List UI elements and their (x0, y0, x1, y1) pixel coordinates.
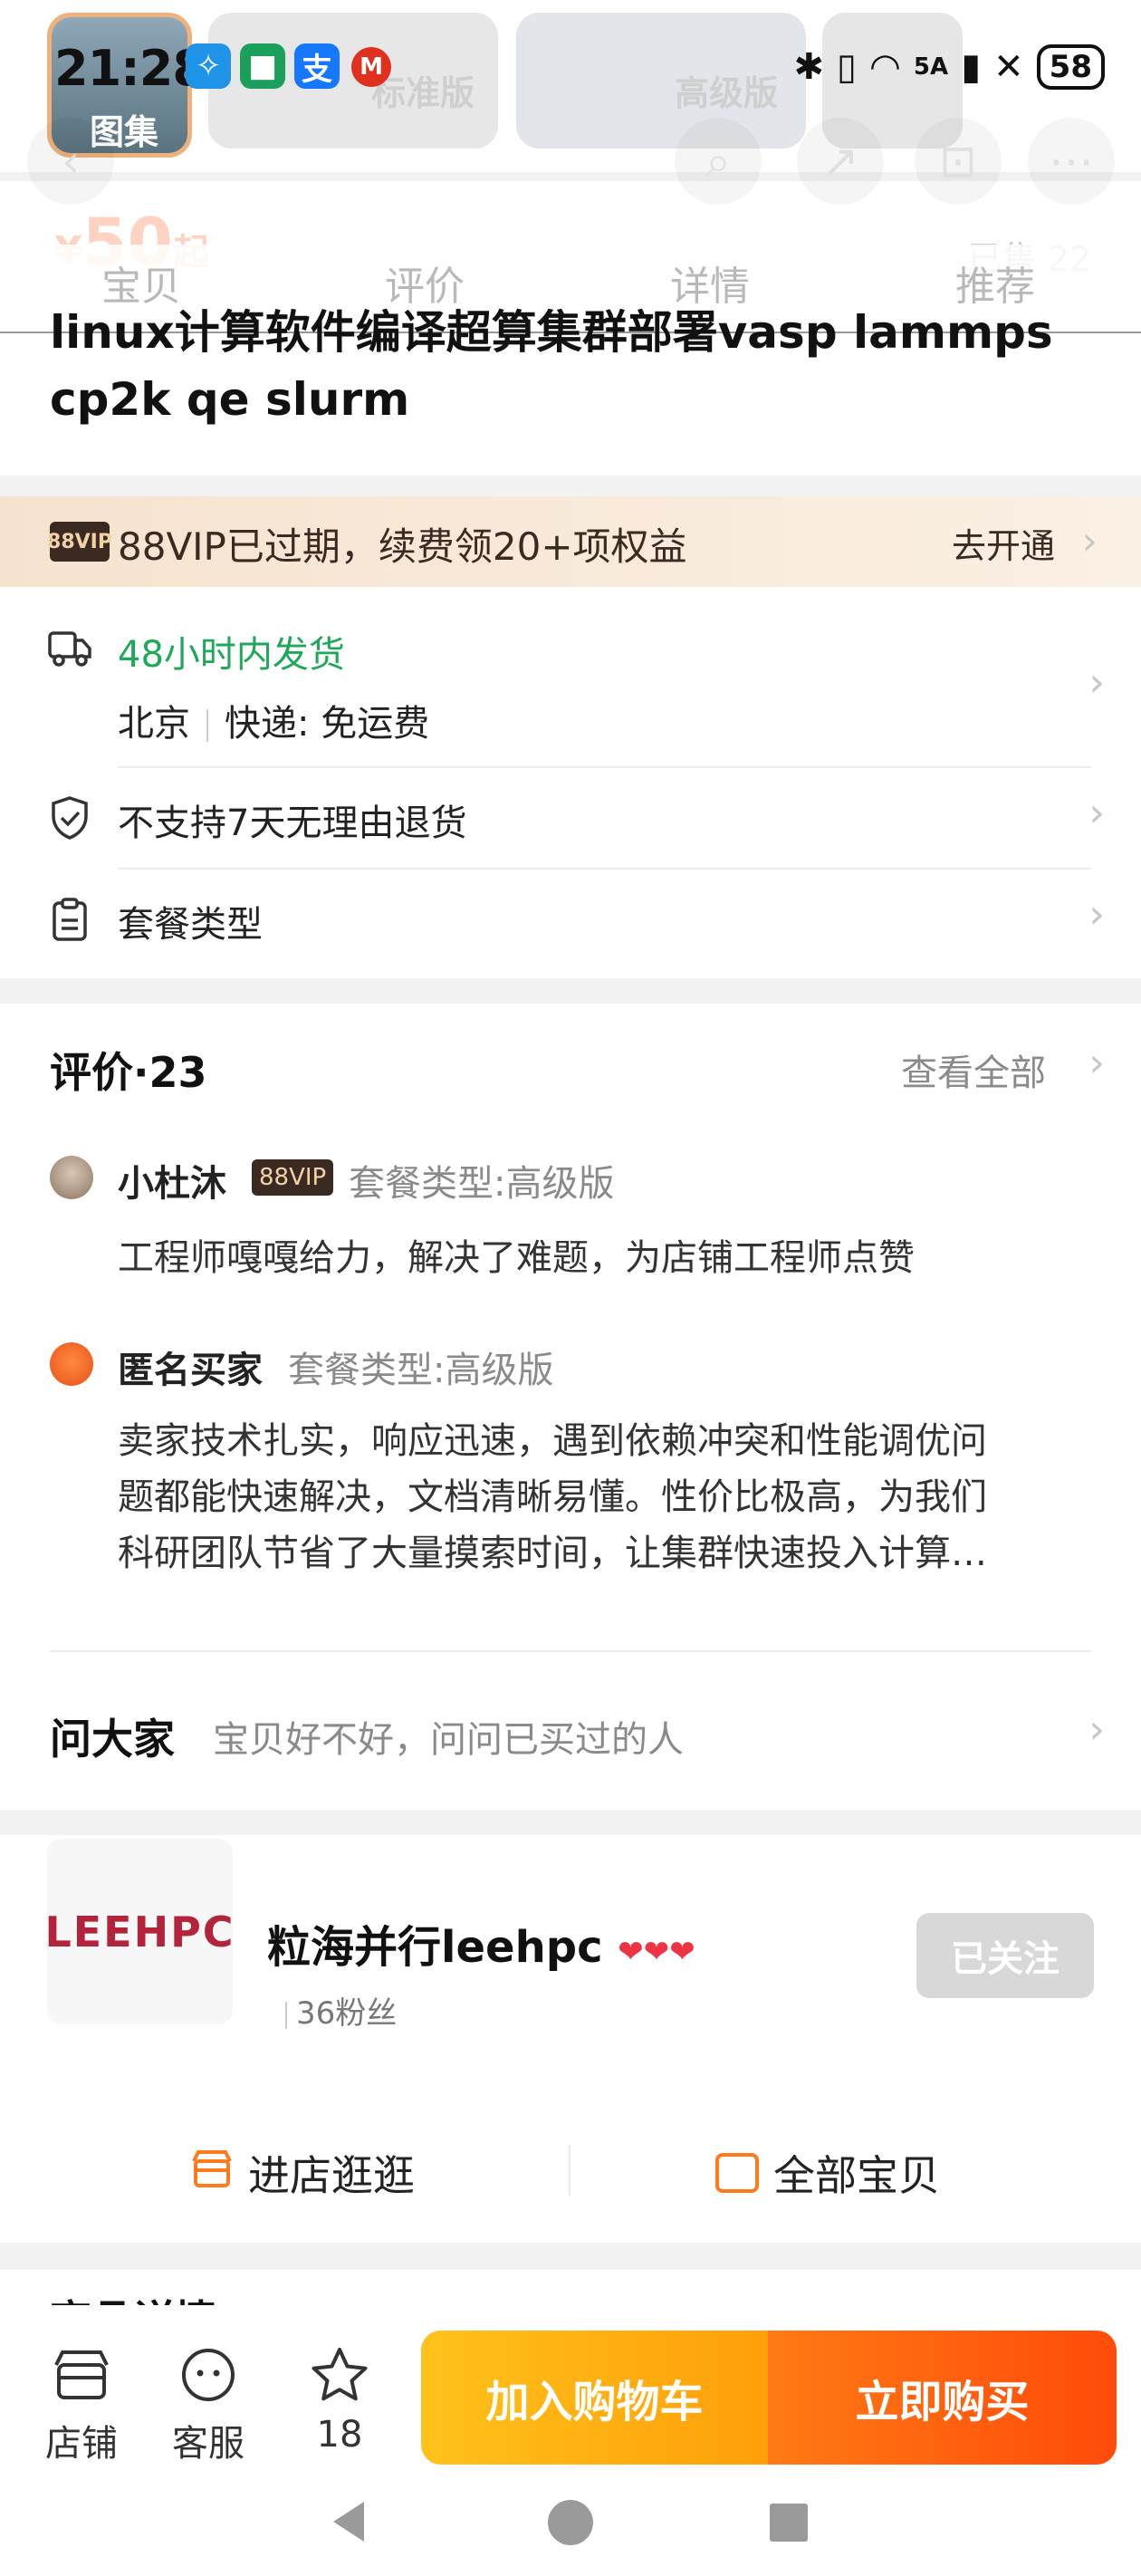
cart-icon[interactable]: ⊡ (915, 118, 1002, 205)
return-policy: 不支持7天无理由退货 (118, 803, 467, 844)
reviews-title: 评价·23 (50, 1048, 207, 1097)
enter-shop-label: 进店逛逛 (248, 2151, 415, 2200)
shop-name-text: 粒海并行leehpc (267, 1922, 603, 1973)
separator (285, 2001, 287, 2029)
favorite-count: 18 (316, 2414, 363, 2456)
reviewer-name: 小杜沐 (118, 1163, 226, 1205)
vip-action[interactable]: 去开通 (952, 518, 1055, 568)
system-icons: ✱ ▯ ◠ 5A ▮ ✕ 58 (793, 40, 1105, 94)
service-label: 客服 (172, 2423, 244, 2465)
review-line: 题都能快速解决，文档清晰易懂。性价比极高，为我们 (118, 1476, 987, 1518)
green-app-icon: ■ (240, 43, 285, 89)
divider (569, 2145, 570, 2196)
share-icon[interactable]: ↗ (797, 118, 884, 205)
search-icon[interactable]: ⌕ (675, 118, 762, 205)
divider (50, 1650, 1091, 1652)
divider (118, 868, 1091, 870)
recents-nav-icon[interactable] (768, 2502, 810, 2547)
shop-fans: 36粉丝 (285, 1988, 397, 2033)
product-page: 图集 标准版 高级版 21:28 ✧ ■ 支 M ✱ ▯ ◠ 5A ▮ ✕ 58… (0, 0, 1141, 2576)
divider (118, 766, 1091, 768)
home-nav-icon[interactable] (546, 2498, 595, 2551)
alipay-icon: 支 (294, 43, 340, 89)
follow-button[interactable]: 已关注 (916, 1913, 1094, 1998)
package-type[interactable]: 套餐类型 (118, 895, 263, 947)
shield-icon (45, 793, 94, 842)
vip-badge: 88VIP (252, 1159, 334, 1196)
vip-badge: 88VIP (47, 522, 112, 562)
store-icon (48, 2341, 115, 2408)
battery-icon: 58 (1036, 44, 1105, 90)
reviews-card: 评价·23 查看全部 › 小杜沐 88VIP 套餐类型:高级版 工程师嘎嘎给力，… (0, 1004, 1141, 1810)
all-items-label: 全部宝贝 (773, 2151, 940, 2200)
view-all-reviews[interactable]: 查看全部 (901, 1043, 1046, 1096)
service-card: 48小时内发货 北京 快递: 免运费 › 不支持7天无理由退货 › 套餐类型 › (0, 587, 1141, 978)
chat-face-icon (175, 2341, 242, 2408)
signal-icon: ▮ (961, 46, 982, 88)
heart-icon: ❤❤❤ (618, 1934, 695, 1970)
review-line: 科研团队节省了大量摸索时间，让集群快速投入计算… (118, 1533, 987, 1574)
avatar (50, 1342, 93, 1386)
chevron-right-icon: › (1088, 1040, 1105, 1086)
metro-app-icon: M (351, 47, 391, 87)
chevron-right-icon[interactable]: › (1088, 891, 1105, 937)
separator (206, 709, 208, 742)
clipboard-icon (45, 895, 94, 944)
ask-prompt[interactable]: 宝贝好不好，问问已买过的人 (213, 1710, 684, 1763)
chevron-right-icon[interactable]: › (1088, 1706, 1105, 1753)
product-title: linux计算软件编译超算集群部署vasp lammps cp2k qe slu… (50, 306, 1053, 426)
shipping-origin: 北京 (118, 703, 190, 745)
vibrate-icon: ▯ (837, 46, 858, 88)
review-line: 卖家技术扎实，响应迅速，遇到依赖冲突和性能调优问 (118, 1420, 987, 1462)
signal-off-icon: ✕ (993, 46, 1024, 88)
tplink-app-icon: ✧ (186, 43, 231, 89)
store-icon (190, 2148, 234, 2198)
all-items-button[interactable]: 全部宝贝 (715, 2143, 940, 2203)
reviewer-name: 匿名买家 (118, 1350, 263, 1391)
chevron-right-icon: › (1081, 518, 1098, 564)
floating-nav: ‹ ⌕ ↗ ⊡ ⋯ (0, 100, 1141, 205)
bluetooth-icon: ✱ (793, 46, 824, 88)
ask-title: 问大家 (50, 1715, 175, 1764)
fans-count: 36粉丝 (296, 1995, 398, 2032)
store-tab[interactable]: 店铺 (36, 2341, 127, 2466)
star-icon (306, 2341, 373, 2408)
chevron-right-icon[interactable]: › (1088, 790, 1105, 836)
shopping-bag-icon (715, 2153, 759, 2193)
wifi-icon: ◠ (869, 46, 901, 88)
customer-service-tab[interactable]: 客服 (163, 2341, 254, 2466)
review-text: 卖家技术扎实，响应迅速，遇到依赖冲突和性能调优问 题都能快速解决，文档清晰易懂。… (118, 1413, 1078, 1581)
more-icon[interactable]: ⋯ (1028, 118, 1115, 205)
avatar (50, 1156, 93, 1199)
clock: 21:28 (54, 40, 206, 97)
add-to-cart-button[interactable]: 加入购物车 (421, 2331, 768, 2465)
network-type: 5A (913, 53, 949, 81)
shop-name[interactable]: 粒海并行leehpc ❤❤❤ (267, 1911, 695, 1975)
vip-banner[interactable]: 88VIP 88VIP已过期，续费领20+项权益 去开通 › (0, 496, 1141, 587)
review-package: 套餐类型:高级版 (288, 1350, 554, 1391)
shipping-headline: 48小时内发货 (118, 634, 345, 676)
enter-shop-button[interactable]: 进店逛逛 (190, 2143, 415, 2203)
shipping-info: 北京 快递: 免运费 (118, 694, 429, 746)
shop-logo-text: LEEHPC (44, 1907, 235, 1956)
review-package: 套餐类型:高级版 (349, 1163, 615, 1205)
shop-logo[interactable]: LEEHPC (44, 1839, 235, 2024)
store-label: 店铺 (45, 2423, 118, 2465)
shipping-express: 快递: 免运费 (225, 703, 430, 745)
favorite-tab[interactable]: 18 (294, 2341, 385, 2456)
back-icon[interactable]: ‹ (27, 118, 114, 205)
battery-level: 58 (1049, 49, 1092, 85)
buy-now-button[interactable]: 立即购买 (768, 2331, 1117, 2465)
chevron-right-icon[interactable]: › (1088, 659, 1105, 706)
truck-icon (45, 623, 94, 672)
review-text: 工程师嘎嘎给力，解决了难题，为店铺工程师点赞 (118, 1237, 915, 1279)
back-nav-icon[interactable] (328, 2498, 368, 2549)
vip-text: 88VIP已过期，续费领20+项权益 (118, 524, 687, 569)
